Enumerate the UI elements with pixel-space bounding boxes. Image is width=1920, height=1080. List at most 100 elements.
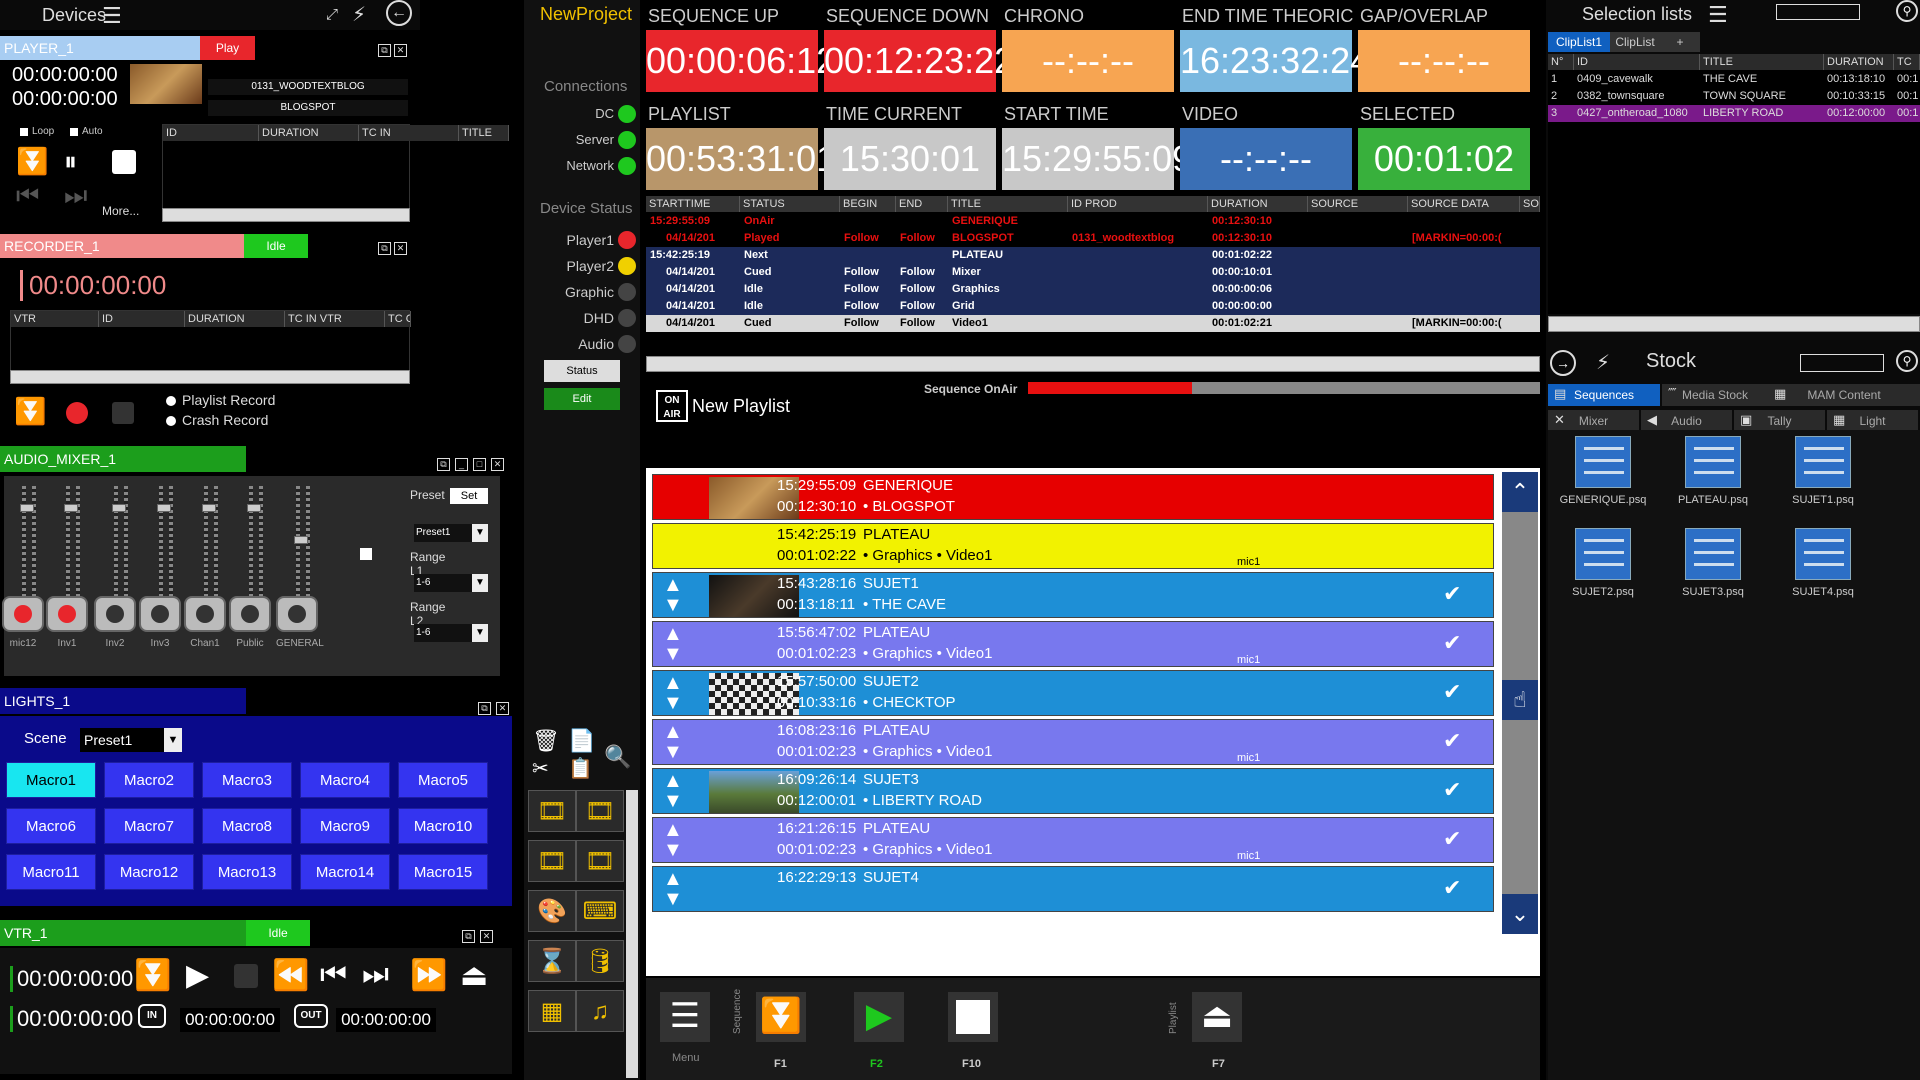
macro-button[interactable]: Macro13: [202, 854, 292, 890]
range2-select[interactable]: 1-6: [414, 624, 472, 642]
eject-icon[interactable]: ⏏: [460, 958, 488, 993]
rewind-icon[interactable]: ⏪: [272, 958, 309, 993]
hourglass-icon[interactable]: ⌛: [528, 940, 576, 982]
sequence-file[interactable]: SUJET4.psq: [1768, 528, 1878, 618]
selection-column-header[interactable]: TITLE: [1700, 54, 1824, 70]
fader-handle[interactable]: [157, 504, 171, 512]
selection-column-header[interactable]: TC: [1894, 54, 1920, 70]
selection-column-header[interactable]: ID: [1574, 54, 1700, 70]
channel-button[interactable]: [2, 596, 44, 632]
close-icon[interactable]: ✕: [480, 930, 493, 943]
trash-icon[interactable]: 🗑: [532, 728, 560, 754]
tab-cliplist[interactable]: ClipList: [1610, 32, 1660, 52]
search-icon[interactable]: ⚲: [1896, 0, 1918, 22]
video-icon[interactable]: 🎞: [528, 840, 576, 882]
channel-button[interactable]: [94, 596, 136, 632]
stock-tab[interactable]: MAM Content: [1768, 384, 1920, 406]
float-icon[interactable]: ⧉: [378, 44, 391, 57]
fader-handle[interactable]: [294, 536, 308, 544]
stop-icon[interactable]: [112, 150, 136, 174]
playlist-card[interactable]: ▲ ▼ 16:09:26:14 00:12:00:01 SUJET3 • LIBERTY …: [652, 768, 1494, 814]
grid-column-header[interactable]: DURATION: [1208, 196, 1308, 212]
grid-row[interactable]: 04/14/201 Cued Follow Follow Mixer 00:00:10:0…: [646, 264, 1540, 281]
macro-button[interactable]: Macro1: [6, 762, 96, 798]
grid-row[interactable]: 04/14/201 Idle Follow Follow Graphics 00:00:0…: [646, 281, 1540, 298]
check-icon[interactable]: ✔: [1443, 630, 1461, 656]
selection-search-input[interactable]: [1776, 4, 1860, 20]
macro-button[interactable]: Macro3: [202, 762, 292, 798]
macro-button[interactable]: Macro8: [202, 808, 292, 844]
macro-button[interactable]: Macro10: [398, 808, 488, 844]
minimize-icon[interactable]: _: [455, 458, 468, 471]
reorder-icon[interactable]: ▲ ▼: [663, 820, 683, 860]
sequence-file[interactable]: SUJET2.psq: [1548, 528, 1658, 618]
grid-column-header[interactable]: END: [896, 196, 948, 212]
macro-button[interactable]: Macro15: [398, 854, 488, 890]
scene-select[interactable]: Preset1: [80, 728, 164, 752]
crash-record-radio[interactable]: [166, 416, 176, 426]
prev-icon[interactable]: ⏮: [320, 958, 347, 992]
reorder-icon[interactable]: ▲ ▼: [663, 673, 683, 713]
float-icon[interactable]: ⧉: [478, 702, 491, 715]
stock-tab[interactable]: Media Stock: [1662, 384, 1768, 406]
playlist-card[interactable]: ▲ ▼ 15:56:47:02 00:01:02:23 PLATEAU • Graphic…: [652, 621, 1494, 667]
loop-checkbox[interactable]: [20, 128, 28, 136]
tab-cliplist1[interactable]: ClipList1: [1548, 32, 1610, 52]
play-icon[interactable]: ▶: [186, 958, 209, 993]
fader-handle[interactable]: [202, 504, 216, 512]
macro-button[interactable]: Macro12: [104, 854, 194, 890]
float-icon[interactable]: ⧉: [462, 930, 475, 943]
chevron-down-icon[interactable]: ▼: [472, 574, 488, 592]
play-button[interactable]: ▶: [854, 992, 904, 1042]
grid-column-header[interactable]: TITLE: [948, 196, 1068, 212]
close-icon[interactable]: ✕: [394, 44, 407, 57]
grid-scrollbar[interactable]: [646, 356, 1540, 372]
sequence-file[interactable]: GENERIQUE.psq: [1548, 436, 1658, 526]
maximize-icon[interactable]: □: [473, 458, 486, 471]
check-icon[interactable]: ✔: [1443, 679, 1461, 705]
stock-back-icon[interactable]: →: [1550, 350, 1576, 376]
grid-icon[interactable]: ⌨: [576, 890, 624, 932]
stop-icon[interactable]: [234, 964, 258, 988]
float-icon[interactable]: ⧉: [378, 242, 391, 255]
pause-icon[interactable]: ⏸: [64, 146, 77, 178]
close-icon[interactable]: ✕: [394, 242, 407, 255]
checkbox-icon[interactable]: [360, 548, 372, 560]
chevron-down-icon[interactable]: ▼: [472, 524, 488, 542]
chevron-down-icon[interactable]: ▼: [472, 624, 488, 642]
tab-add[interactable]: +: [1660, 32, 1700, 52]
playlist-card[interactable]: ▲ ▼ 15:43:28:16 00:13:18:11 SUJET1 • THE CAVE…: [652, 572, 1494, 618]
channel-button[interactable]: [184, 596, 226, 632]
selection-column-header[interactable]: DURATION: [1824, 54, 1894, 70]
fader-handle[interactable]: [64, 504, 78, 512]
sidebar-scrollbar[interactable]: [626, 790, 638, 1078]
sequence-file[interactable]: SUJET3.psq: [1658, 528, 1768, 618]
fader-handle[interactable]: [112, 504, 126, 512]
status-button[interactable]: Status: [544, 360, 620, 382]
set-button[interactable]: Set: [450, 488, 488, 504]
fast-forward-icon[interactable]: ⏩: [410, 958, 447, 993]
mark-in-icon[interactable]: IN: [138, 1004, 166, 1028]
paste-icon[interactable]: 📋: [568, 756, 593, 781]
database-icon[interactable]: 🛢: [576, 940, 624, 982]
menu-icon[interactable]: ☰: [102, 3, 122, 29]
edit-button[interactable]: Edit: [544, 388, 620, 410]
cut-icon[interactable]: ✂: [532, 756, 549, 781]
close-icon[interactable]: ✕: [491, 458, 504, 471]
reorder-icon[interactable]: ▲ ▼: [663, 575, 683, 615]
search-icon[interactable]: ⚲: [1896, 350, 1918, 372]
macro-button[interactable]: Macro5: [398, 762, 488, 798]
menu-button[interactable]: ☰: [660, 992, 710, 1042]
playlist-card[interactable]: ▲ ▼ 16:21:26:15 00:01:02:23 PLATEAU • Graphic…: [652, 817, 1494, 863]
player-scrollbar[interactable]: [162, 208, 410, 222]
selection-scrollbar[interactable]: [1548, 316, 1920, 332]
grid-column-header[interactable]: STATUS: [740, 196, 840, 212]
zoom-icon[interactable]: 🔍: [604, 744, 631, 770]
hand-icon[interactable]: ☝: [1502, 680, 1538, 720]
mark-out-icon[interactable]: OUT: [294, 1004, 328, 1028]
grid-column-header[interactable]: ID PROD: [1068, 196, 1208, 212]
playlist-record-radio[interactable]: [166, 396, 176, 406]
grid-column-header[interactable]: BEGIN: [840, 196, 896, 212]
graphics-icon[interactable]: 🎨: [528, 890, 576, 932]
reorder-icon[interactable]: ▲ ▼: [663, 624, 683, 664]
